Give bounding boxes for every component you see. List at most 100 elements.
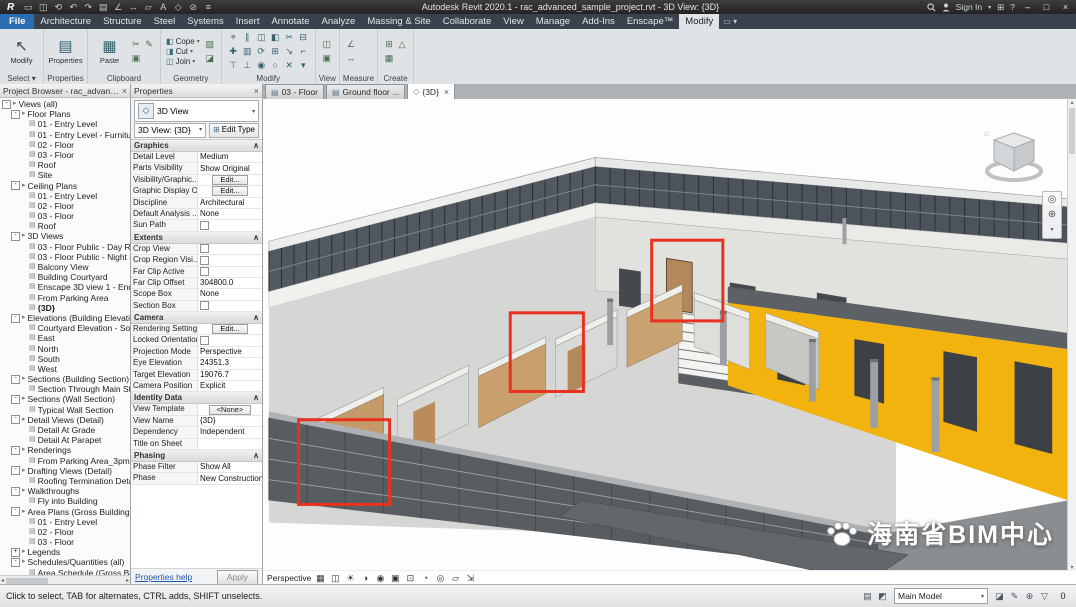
scroll-up-icon[interactable]: ▴ <box>1070 99 1073 106</box>
ribbon-tab-modify[interactable]: Modify <box>679 14 719 29</box>
property-group-identity-data[interactable]: Identity Data∧ <box>131 392 262 404</box>
property-group-camera[interactable]: Camera∧ <box>131 312 262 324</box>
create-assembly-button[interactable]: △ <box>396 38 408 50</box>
sign-in-caret-icon[interactable]: ▾ <box>988 4 991 11</box>
edit-button[interactable]: <None> <box>209 405 252 415</box>
browser-item-fly-into-building[interactable]: ▤Fly into Building <box>0 496 130 506</box>
type-selector-caret-icon[interactable]: ▾ <box>252 108 255 115</box>
redo-icon[interactable]: ↷ <box>82 1 94 14</box>
scale-button[interactable]: ↘ <box>283 45 296 58</box>
join-geometry-button[interactable]: ◫Join▾ <box>166 57 200 66</box>
browser-item-roof[interactable]: ▤Roof <box>0 160 130 170</box>
ribbon-tab-collaborate[interactable]: Collaborate <box>437 14 498 29</box>
collapse-group-icon[interactable]: ∧ <box>253 140 259 151</box>
detail-level-icon[interactable]: ▦ <box>314 573 326 584</box>
show-crop-region-icon[interactable]: ⊡ <box>404 573 416 584</box>
offset-button[interactable]: ∥ <box>241 31 254 44</box>
property-value-far-clip-offset[interactable]: 304800.0 <box>198 278 262 288</box>
scroll-down-icon[interactable]: ▾ <box>1070 564 1073 571</box>
browser-item-north[interactable]: ▤North <box>0 344 130 354</box>
render-icon[interactable]: ◉ <box>374 573 386 584</box>
app-store-icon[interactable]: ⊞ <box>997 2 1004 13</box>
checkbox[interactable] <box>200 244 209 253</box>
property-group-phasing[interactable]: Phasing∧ <box>131 450 262 462</box>
browser-item-views-all[interactable]: -▸Views (all) <box>0 99 130 109</box>
edit-type-button[interactable]: ⊞ Edit Type <box>209 123 259 138</box>
browser-item-walkthroughs[interactable]: -▸Walkthroughs <box>0 486 130 496</box>
properties-help-link[interactable]: Properties help <box>135 572 192 582</box>
type-selector[interactable]: ◇ 3D View ▾ <box>134 100 259 122</box>
browser-item-02-floor[interactable]: ▤02 - Floor <box>0 527 130 537</box>
property-value-default-analysis[interactable]: None <box>198 209 262 219</box>
property-value-visibility-graphic[interactable]: Edit... <box>198 175 262 185</box>
model-scene[interactable]: ⌂ ◎ ⊕ ▾ 海 <box>263 99 1068 571</box>
browser-item-from-parking-area-3pm[interactable]: ▤From Parking Area_3pm <box>0 456 130 466</box>
property-value-detail-level[interactable]: Medium <box>198 152 262 162</box>
properties-palette-button[interactable]: ▤Properties <box>49 38 82 65</box>
delete-button[interactable]: ✕ <box>283 59 296 72</box>
visual-style-icon[interactable]: ◫ <box>329 573 341 584</box>
undo-icon[interactable]: ↶ <box>67 1 79 14</box>
expand-toggle-icon[interactable]: - <box>11 487 20 496</box>
property-group-graphics[interactable]: Graphics∧ <box>131 140 262 152</box>
expand-toggle-icon[interactable]: - <box>11 232 20 241</box>
expand-toggle-icon[interactable]: - <box>11 110 20 119</box>
instance-caret-icon[interactable]: ▾ <box>199 124 202 137</box>
viewcube[interactable]: ⌂ <box>982 127 1046 185</box>
modify-tool-button[interactable]: ↖Modify <box>5 38 38 65</box>
zoom-icon[interactable]: ⊕ <box>1048 209 1056 221</box>
array-button[interactable]: ⊞ <box>269 45 282 58</box>
expand-toggle-icon[interactable]: - <box>11 558 20 567</box>
browser-item-courtyard-elevation-south[interactable]: ▤Courtyard Elevation - South <box>0 323 130 333</box>
ribbon-tab-add-ins[interactable]: Add-Ins <box>576 14 621 29</box>
browser-item-east[interactable]: ▤East <box>0 333 130 343</box>
temporary-hide-isolate-icon[interactable]: ◔ <box>419 573 431 583</box>
filter-icon[interactable]: ▽ <box>1038 591 1051 602</box>
ribbon-tab-insert[interactable]: Insert <box>230 14 266 29</box>
reveal-hidden-elements-icon[interactable]: ◎ <box>434 573 446 584</box>
ribbon-tab-file[interactable]: File <box>0 14 34 29</box>
trim-extend-single-button[interactable]: ⊤ <box>227 59 240 72</box>
full-navigation-wheel-icon[interactable]: ◎ <box>1048 194 1057 206</box>
expand-toggle-icon[interactable]: - <box>11 395 20 404</box>
browser-item-site[interactable]: ▤Site <box>0 170 130 180</box>
split-with-gap-button[interactable]: ⊟ <box>297 31 310 44</box>
property-value-target-elevation[interactable]: 19076.7 <box>198 370 262 380</box>
panel-label-select[interactable]: Select ▾ <box>0 74 43 84</box>
ribbon-tab-manage[interactable]: Manage <box>530 14 576 29</box>
displace-elements-icon[interactable]: ⇲ <box>464 573 476 584</box>
browser-item-area-schedule-gross-building[interactable]: ▤Area Schedule (Gross Building) <box>0 568 130 575</box>
split-face-button[interactable]: ◪ <box>204 52 216 64</box>
browser-item-west[interactable]: ▤West <box>0 364 130 374</box>
property-value-rendering-settings[interactable]: Edit... <box>198 324 262 334</box>
browser-item-drafting-views-detail[interactable]: -▸Drafting Views (Detail) <box>0 466 130 476</box>
property-value-scope-box[interactable]: None <box>198 289 262 299</box>
expand-toggle-icon[interactable]: - <box>11 446 20 455</box>
property-value-camera-position[interactable]: Explicit <box>198 381 262 391</box>
close-panel-icon[interactable]: × <box>254 86 259 96</box>
instance-selector[interactable]: 3D View: {3D} ▾ <box>134 123 206 138</box>
sun-path-icon[interactable]: ☀ <box>344 573 356 584</box>
view-scale-label[interactable]: Perspective <box>267 573 311 583</box>
browser-item-sections-wall-section[interactable]: -▸Sections (Wall Section) <box>0 394 130 404</box>
design-options-icon[interactable]: ◩ <box>876 591 889 602</box>
ribbon-tab-architecture[interactable]: Architecture <box>34 14 97 29</box>
property-value-crop-view[interactable] <box>198 244 262 254</box>
create-group-button[interactable]: ⊞ <box>383 38 395 50</box>
property-value-discipline[interactable]: Architectural <box>198 198 262 208</box>
move-button[interactable]: ✚ <box>227 45 240 58</box>
expand-toggle-icon[interactable]: - <box>11 415 20 424</box>
browser-item-02-floor[interactable]: ▤02 - Floor <box>0 201 130 211</box>
combo-caret-icon[interactable]: ▾ <box>981 593 984 600</box>
crop-view-icon[interactable]: ▣ <box>389 573 401 584</box>
ribbon-tab-massing-site[interactable]: Massing & Site <box>361 14 436 29</box>
browser-item-renderings[interactable]: -▸Renderings <box>0 445 130 455</box>
copy-button[interactable]: ▥ <box>241 45 254 58</box>
sync-with-central-icon[interactable]: ⟲ <box>52 1 64 14</box>
browser-item-01-entry-level[interactable]: ▤01 - Entry Level <box>0 517 130 527</box>
scrollbar-thumb[interactable] <box>1069 108 1075 154</box>
browser-item-03-floor-public-night-re[interactable]: ▤03 - Floor Public - Night Re <box>0 252 130 262</box>
checkbox[interactable] <box>200 336 209 345</box>
model-canvas[interactable] <box>263 99 1068 571</box>
panel-label-clipboard[interactable]: Clipboard <box>88 74 160 84</box>
